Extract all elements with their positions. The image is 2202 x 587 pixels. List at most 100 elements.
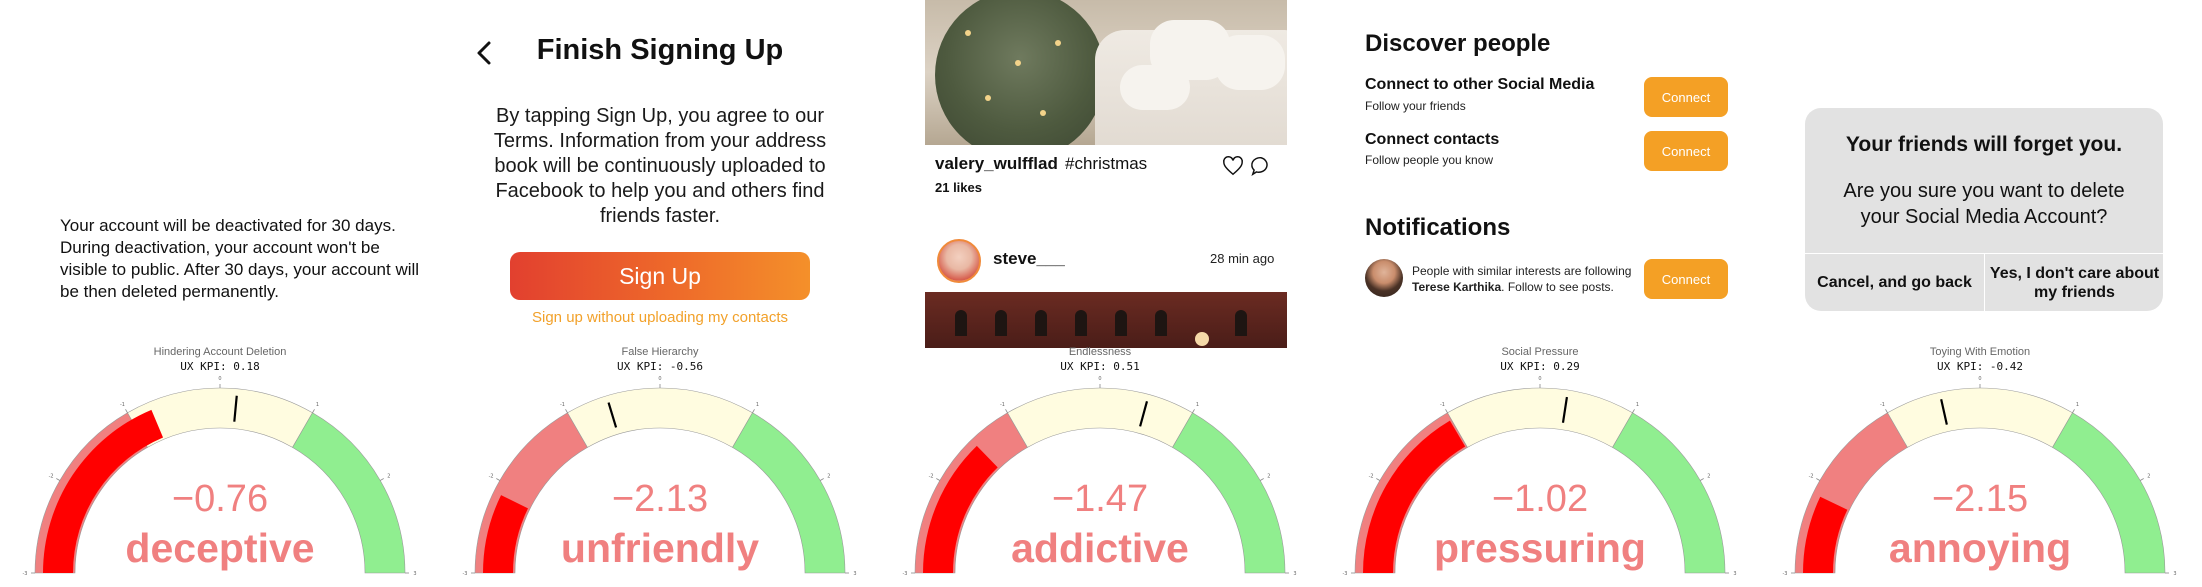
gauge: -3 -2 -1 0 1 2 3 False Hierarchy UX KPI: -0.56…	[440, 338, 880, 587]
gauge: -3 -2 -1 0 1 2 3 Hindering Account Deletion UX…	[0, 338, 440, 587]
terms-text: By tapping Sign Up, you agree to our Ter…	[493, 105, 827, 227]
comment-icon[interactable]	[1250, 155, 1272, 177]
gauge-title: False Hierarchy	[621, 346, 699, 358]
connect-social-button[interactable]: Connect	[1644, 77, 1728, 117]
window-graphic	[1155, 310, 1167, 336]
gauge-score: −1.02	[1491, 478, 1589, 520]
connect-notification-button[interactable]: Connect	[1644, 259, 1728, 299]
window-graphic	[1235, 310, 1247, 336]
connect-social-subtitle: Follow your friends	[1365, 99, 1466, 113]
gauge-zone-neutral	[567, 387, 753, 448]
panel-delete-dialog: Your friends will forget you. Are you su…	[1760, 0, 2202, 587]
gauge-label: unfriendly	[560, 525, 760, 571]
gauge-tick-label: 0	[1538, 376, 1541, 382]
gauge-tick-label: 1	[1196, 402, 1199, 408]
sign-up-button[interactable]: Sign Up	[510, 252, 810, 300]
gauge-tick-label: 0	[1978, 376, 1981, 382]
gauge-tick-label: 1	[316, 402, 319, 408]
post-likes: 21 likes	[935, 180, 982, 195]
window-graphic	[995, 310, 1007, 336]
tree-light	[965, 30, 971, 36]
discover-heading: Discover people	[1365, 30, 1551, 57]
dialog-body: Are you sure you want to delete your Soc…	[1843, 180, 2125, 228]
gauge-tick-label: -1	[1000, 402, 1005, 408]
notification-name[interactable]: Terese Karthika	[1412, 280, 1501, 294]
gauge-tick-label: 0	[218, 376, 221, 382]
sign-up-without-contacts-link[interactable]: Sign up without uploading my contacts	[440, 309, 880, 326]
tree-light	[1015, 60, 1021, 66]
tree-light	[985, 95, 991, 101]
confirm-delete-dialog: Your friends will forget you. Are you su…	[1805, 108, 2163, 311]
confirm-delete-button[interactable]: Yes, I don't care about my friends	[1985, 254, 2163, 311]
panel-finish-signup: Finish Signing Up By tapping Sign Up, yo…	[440, 0, 880, 587]
pillow-graphic	[1215, 35, 1285, 90]
post-username[interactable]: valery_wulfflad	[935, 154, 1058, 174]
gauge-tick-label: -1	[120, 402, 125, 408]
gauge: -3 -2 -1 0 1 2 3 Toying With Emotion UX KPI: -…	[1760, 338, 2200, 587]
deactivation-notice: Your account will be deactivated for 30 …	[60, 216, 420, 301]
heart-icon[interactable]	[1222, 155, 1244, 177]
gauge-zone-neutral	[1007, 387, 1193, 448]
gauge-kpi: UX KPI: 0.51	[1060, 360, 1140, 373]
gauge-label: annoying	[1888, 525, 2072, 571]
gauge-score: −2.13	[611, 478, 709, 520]
gauge-tick-label: -1	[560, 402, 565, 408]
gauge-tick	[2072, 409, 2075, 413]
window-graphic	[1115, 310, 1127, 336]
connect-contacts-button[interactable]: Connect	[1644, 131, 1728, 171]
window-graphic	[955, 310, 967, 336]
connect-social-title: Connect to other Social Media	[1365, 76, 1595, 93]
gauge-score: −1.47	[1051, 478, 1149, 520]
gauge-tick	[752, 409, 755, 413]
christmas-tree-graphic	[935, 0, 1105, 145]
gauge-tick-label: 1	[2076, 402, 2079, 408]
pillow-graphic	[1120, 65, 1190, 110]
avatar[interactable]	[937, 239, 981, 283]
gauge-tick	[1632, 409, 1635, 413]
post-hashtag[interactable]: #christmas	[1065, 154, 1147, 174]
gauge-kpi: UX KPI: 0.29	[1500, 360, 1580, 373]
gauge-kpi: UX KPI: -0.42	[1936, 360, 2024, 373]
gauge-tick-label: -1	[1440, 402, 1445, 408]
panel-discover-people: Discover people Connect to other Social …	[1320, 0, 1760, 587]
gauge-tick	[1192, 409, 1195, 413]
connect-contacts-title: Connect contacts	[1365, 131, 1500, 148]
connect-contacts-subtitle: Follow people you know	[1365, 153, 1494, 167]
window-graphic	[1075, 310, 1087, 336]
tree-light	[1055, 40, 1061, 46]
gauge-tick	[1005, 409, 1008, 413]
gauge-score: −0.76	[171, 478, 269, 520]
cancel-button[interactable]: Cancel, and go back	[1805, 254, 1984, 311]
avatar[interactable]	[1365, 259, 1403, 297]
post-photo-christmas[interactable]	[925, 0, 1287, 145]
gauge-label: pressuring	[1434, 525, 1646, 571]
post-username[interactable]: steve___	[993, 249, 1065, 269]
gauge-tick	[312, 409, 315, 413]
gauge-title: Endlessness	[1068, 346, 1132, 358]
gauge-tick	[565, 409, 568, 413]
notifications-heading: Notifications	[1365, 214, 1511, 241]
gauge-title: Hindering Account Deletion	[153, 346, 287, 358]
gauge-tick	[125, 409, 128, 413]
gauge-zone-neutral	[1447, 387, 1633, 448]
gauge-tick-label: 0	[658, 376, 661, 382]
tree-light	[1040, 110, 1046, 116]
gauge: -3 -2 -1 0 1 2 3 Social Pressure UX KPI: 0.29 …	[1320, 338, 1760, 587]
gauge-kpi: UX KPI: -0.56	[616, 360, 704, 373]
gauge-kpi: UX KPI: 0.18	[180, 360, 260, 373]
gauge-label: addictive	[1011, 525, 1189, 571]
gauge-label: deceptive	[125, 525, 315, 571]
page-title: Finish Signing Up	[536, 34, 784, 66]
gauge-title: Toying With Emotion	[1929, 346, 2031, 358]
gauge-tick-label: 1	[756, 402, 759, 408]
gauge-tick-label: 0	[1098, 376, 1101, 382]
dialog-title: Your friends will forget you.	[1845, 133, 2123, 156]
post-timestamp: 28 min ago	[1210, 251, 1275, 266]
gauge-zone-neutral	[1887, 387, 2073, 448]
gauge-tick-label: -1	[1880, 402, 1885, 408]
notification-text-pre: People with similar interests are follow…	[1412, 264, 1632, 278]
gauge-score: −2.15	[1931, 478, 2029, 520]
gauge-tick	[1885, 409, 1888, 413]
gauge-title: Social Pressure	[1501, 346, 1579, 358]
panel-feed: valery_wulfflad #christmas 21 likes stev…	[880, 0, 1320, 587]
